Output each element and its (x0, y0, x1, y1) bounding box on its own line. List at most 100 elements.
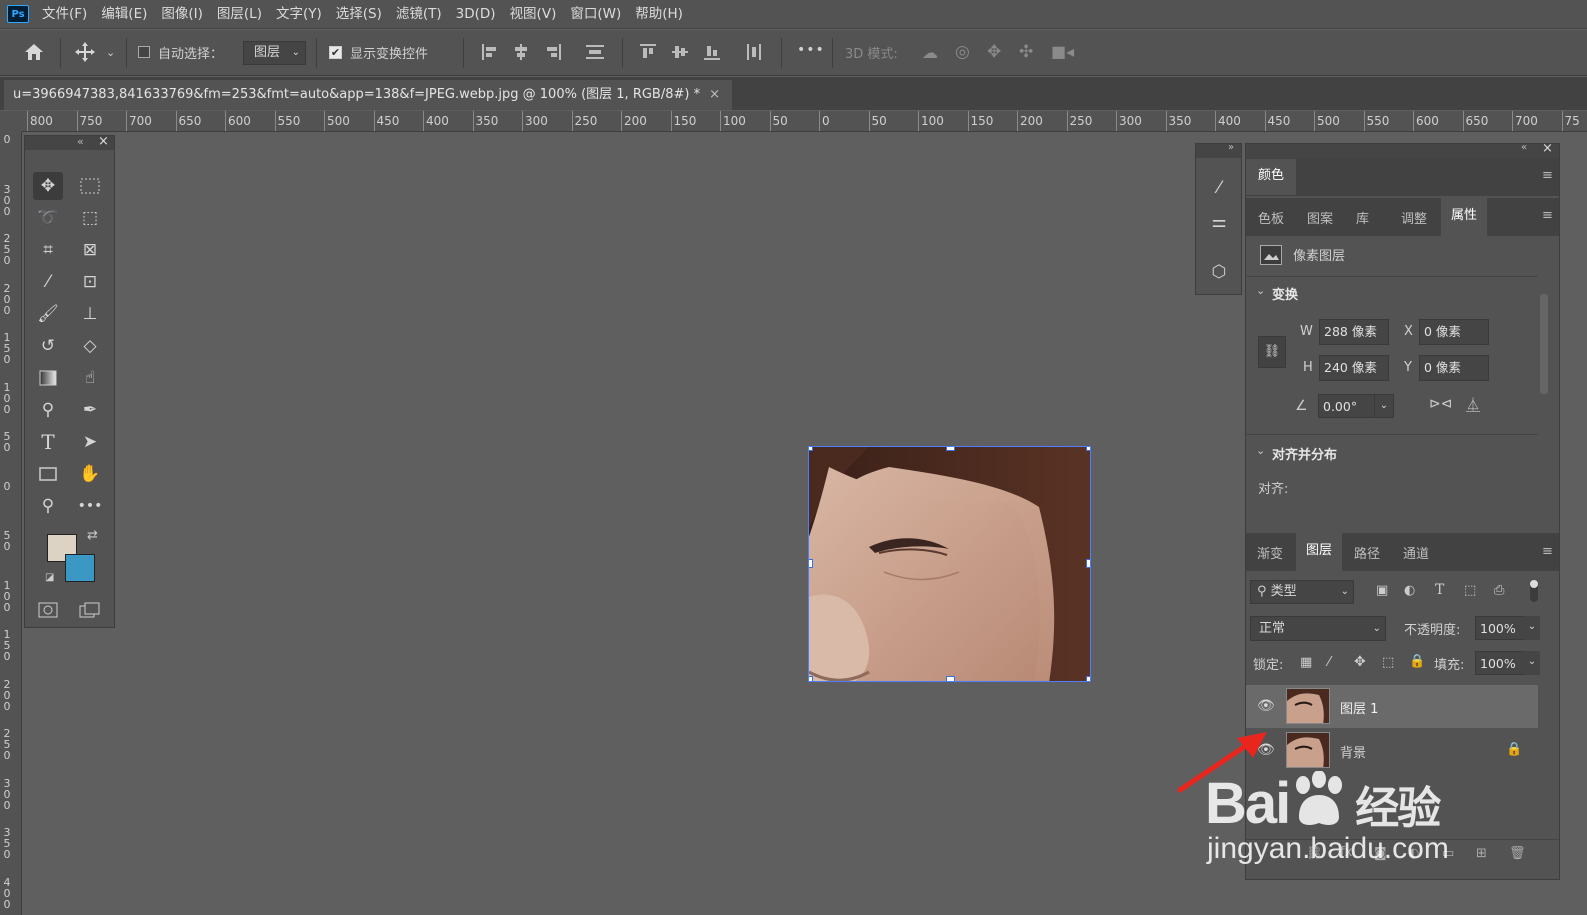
3d-roll-icon[interactable]: ◎ (955, 42, 970, 62)
y-field[interactable]: 0 像素 (1419, 355, 1489, 381)
menu-edit[interactable]: 编辑(E) (94, 0, 154, 29)
lock-all-icon[interactable]: 🔒 (1409, 654, 1425, 669)
brush-settings-icon[interactable]: ⁄ (1204, 174, 1234, 202)
tab-layers[interactable]: 图层 (1296, 533, 1342, 571)
menu-image[interactable]: 图像(I) (154, 0, 210, 29)
background-color-swatch[interactable] (65, 554, 95, 582)
marquee-tool-icon[interactable] (75, 172, 105, 200)
layer-name[interactable]: 图层 1 (1340, 698, 1378, 717)
menu-select[interactable]: 选择(S) (329, 0, 389, 29)
delete-layer-icon[interactable]: 🗑 (1509, 846, 1526, 861)
frame-tool-icon[interactable]: ⊠ (75, 236, 105, 264)
smudge-tool-icon[interactable]: ☝ (75, 364, 105, 392)
tab-swatches[interactable]: 色板 (1258, 208, 1284, 227)
filter-pixel-icon[interactable]: ▣ (1376, 583, 1388, 598)
align-top-icon[interactable] (639, 43, 657, 66)
distribute-vertical-icon[interactable] (745, 43, 763, 66)
stamp-tool-icon[interactable]: ⊥ (75, 300, 105, 328)
new-adjustment-icon[interactable]: ◐ (1408, 846, 1419, 861)
link-layers-icon[interactable]: ⛓ (1306, 846, 1323, 861)
swap-colors-icon[interactable]: ⇄ (87, 528, 98, 543)
layer-style-icon[interactable]: fx (1340, 845, 1352, 860)
home-icon[interactable] (23, 42, 45, 67)
collapse-toolbox-icon[interactable]: « (77, 135, 84, 148)
fill-dropdown-icon[interactable]: ⌄ (1524, 651, 1540, 675)
show-transform-checkbox[interactable]: ✔ (329, 46, 342, 59)
tab-color[interactable]: 颜色 (1246, 159, 1296, 195)
align-middle-icon[interactable] (671, 43, 689, 66)
align-distribute-header[interactable]: 对齐并分布 (1272, 444, 1337, 463)
pen-tool-icon[interactable]: ✒ (75, 396, 105, 424)
distribute-icon[interactable] (585, 43, 605, 66)
visibility-eye-icon[interactable]: 👁 (1257, 698, 1275, 714)
new-group-icon[interactable]: ▭ (1442, 846, 1454, 861)
3d-slide-icon[interactable]: ✣ (1019, 42, 1033, 62)
3d-pan-icon[interactable]: ✥ (987, 42, 1001, 62)
dodge-tool-icon[interactable]: ⚲ (33, 396, 63, 424)
menu-window[interactable]: 窗口(W) (563, 0, 628, 29)
panel-menu-icon[interactable]: ≡ (1542, 168, 1553, 183)
menu-layer[interactable]: 图层(L) (210, 0, 269, 29)
menu-type[interactable]: 文字(Y) (269, 0, 329, 29)
object-select-tool-icon[interactable]: ⬚ (75, 204, 105, 232)
align-left-icon[interactable] (481, 43, 499, 66)
x-field[interactable]: 0 像素 (1419, 319, 1489, 345)
close-panels-icon[interactable]: × (1542, 141, 1553, 156)
align-right-icon[interactable] (544, 43, 562, 66)
opacity-field[interactable]: 100% (1475, 616, 1525, 640)
transform-handle-r[interactable] (1086, 559, 1090, 568)
chevron-down-icon[interactable]: ⌄ (1256, 444, 1265, 457)
history-brush-tool-icon[interactable]: ↺ (33, 332, 63, 360)
brush-tool-icon[interactable]: 🖌 (33, 300, 63, 328)
opacity-dropdown-icon[interactable]: ⌄ (1524, 616, 1540, 640)
crop-tool-icon[interactable]: ⌗ (33, 236, 63, 264)
collapse-panels-icon[interactable]: « (1521, 142, 1527, 153)
tab-adjustments[interactable]: 调整 (1401, 208, 1427, 227)
angle-dropdown-icon[interactable]: ⌄ (1374, 394, 1394, 418)
tab-libraries[interactable]: 库 (1356, 208, 1369, 227)
transform-handle-l[interactable] (809, 559, 813, 568)
lock-image-icon[interactable]: ⁄ (1328, 655, 1330, 670)
height-field[interactable]: 240 像素 (1319, 355, 1389, 381)
tab-channels[interactable]: 通道 (1403, 543, 1429, 562)
menu-3d[interactable]: 3D(D) (449, 0, 503, 29)
eyedropper-tool-icon[interactable]: ⁄ (33, 268, 63, 296)
transform-handle-b[interactable] (946, 676, 955, 681)
close-toolbox-icon[interactable]: × (98, 134, 109, 149)
layer-row-layer1[interactable]: 👁 图层 1 (1246, 685, 1538, 728)
filter-shape-icon[interactable]: ⬚ (1464, 583, 1476, 598)
menu-view[interactable]: 视图(V) (503, 0, 564, 29)
move-tool-icon[interactable]: ✥ (33, 172, 63, 200)
rectangle-tool-icon[interactable] (33, 460, 63, 488)
path-select-tool-icon[interactable]: ➤ (75, 428, 105, 456)
tab-patterns[interactable]: 图案 (1307, 208, 1333, 227)
add-mask-icon[interactable]: ◙ (1374, 846, 1387, 861)
align-center-icon[interactable] (512, 43, 530, 66)
tab-gradients[interactable]: 渐变 (1257, 543, 1283, 562)
menu-filter[interactable]: 滤镜(T) (389, 0, 449, 29)
blend-mode-dropdown[interactable]: 正常 ⌄ (1250, 616, 1386, 641)
link-icon[interactable]: ⛓ (1258, 336, 1286, 368)
3d-camera-icon[interactable]: ■◂ (1051, 42, 1074, 62)
panel-menu-icon[interactable]: ≡ (1542, 544, 1553, 559)
3d-orbit-icon[interactable]: ☁ (922, 43, 938, 63)
transform-handle-bl[interactable] (809, 676, 813, 681)
filter-adjustment-icon[interactable]: ◐ (1404, 583, 1415, 598)
layer-filter-dropdown[interactable]: ⚲ 类型 ⌄ (1250, 580, 1354, 604)
transform-handle-t[interactable] (946, 447, 955, 451)
layer-name[interactable]: 背景 (1340, 742, 1366, 761)
menu-file[interactable]: 文件(F) (35, 0, 94, 29)
auto-select-target-dropdown[interactable]: 图层 ⌄ (243, 41, 306, 65)
adjustments-icon[interactable]: ⚌ (1204, 208, 1234, 236)
gradient-tool-icon[interactable] (33, 364, 63, 392)
auto-select-checkbox[interactable] (138, 46, 150, 58)
fill-field[interactable]: 100% (1475, 651, 1525, 675)
menu-help[interactable]: 帮助(H) (628, 0, 690, 29)
more-options-button[interactable]: ••• (797, 42, 825, 58)
zoom-tool-icon[interactable]: ⚲ (33, 492, 63, 520)
flip-vertical-icon[interactable]: ⏅ (1466, 395, 1480, 415)
default-colors-icon[interactable]: ◪ (45, 572, 54, 583)
screen-mode-icon[interactable] (75, 596, 105, 624)
tab-properties[interactable]: 属性 (1441, 198, 1487, 236)
align-bottom-icon[interactable] (703, 43, 721, 66)
